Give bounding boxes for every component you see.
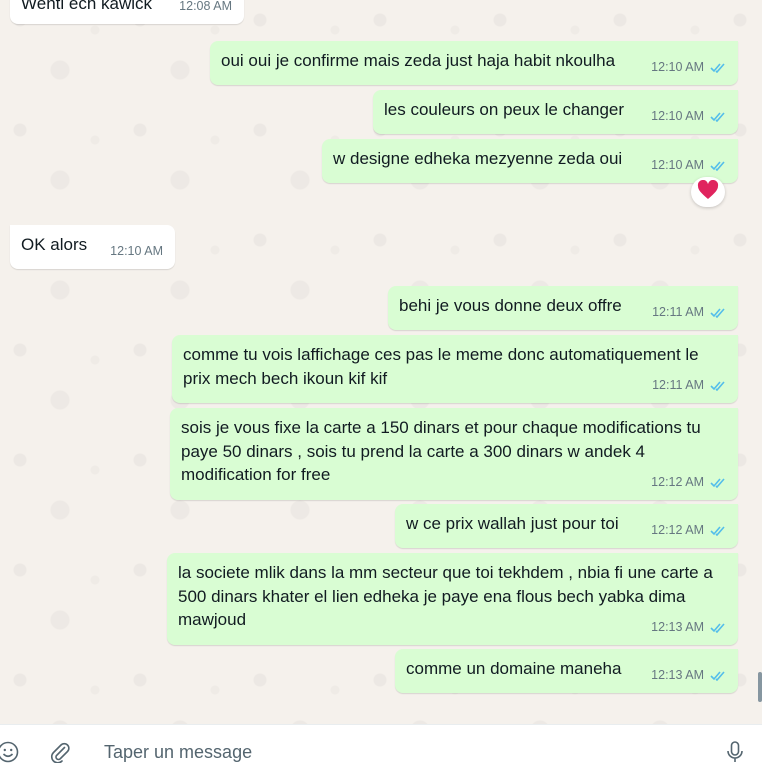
- message-bubble[interactable]: Wenti ech kawick 12:08 AM: [10, 0, 244, 24]
- message-time: 12:11 AM: [652, 304, 704, 319]
- message-bubble[interactable]: OK alors 12:10 AM: [10, 225, 175, 269]
- message-meta: 12:10 AM: [110, 240, 163, 264]
- double-check-icon: [710, 111, 726, 122]
- chat-panel: Wenti ech kawick 12:08 AM oui oui je con…: [0, 0, 762, 724]
- message-time: 12:10 AM: [651, 108, 704, 123]
- message-meta: 12:10 AM: [651, 105, 726, 129]
- message-bubble[interactable]: w designe edheka mezyenne zeda oui 12:10…: [322, 139, 738, 183]
- message-bubble[interactable]: comme un domaine maneha 12:13 AM: [395, 649, 738, 693]
- message-time: 12:11 AM: [652, 377, 704, 392]
- message-meta: 12:11 AM: [652, 301, 726, 325]
- double-check-icon: [710, 477, 726, 488]
- message-bubble[interactable]: oui oui je confirme mais zeda just haja …: [210, 41, 738, 85]
- message-time: 12:10 AM: [651, 59, 704, 74]
- double-check-icon: [710, 380, 726, 391]
- message-bubble[interactable]: w ce prix wallah just pour toi 12:12 AM: [395, 504, 738, 548]
- message-time: 12:10 AM: [651, 157, 704, 172]
- scrollbar-thumb[interactable]: [758, 672, 762, 702]
- double-check-icon: [710, 160, 726, 171]
- microphone-icon[interactable]: [721, 738, 749, 766]
- message-time: 12:13 AM: [651, 667, 704, 682]
- message-time: 12:12 AM: [651, 474, 704, 489]
- double-check-icon: [710, 525, 726, 536]
- message-text: comme tu vois laffichage ces pas le meme…: [183, 345, 699, 388]
- message-meta: 12:13 AM: [651, 616, 726, 640]
- message-bubble[interactable]: la societe mlik dans la mm secteur que t…: [167, 553, 738, 645]
- heart-emoji-icon: [697, 179, 719, 205]
- message-time: 12:08 AM: [179, 0, 232, 13]
- message-bubble[interactable]: behi je vous donne deux offre 12:11 AM: [388, 286, 738, 330]
- message-bubble[interactable]: sois je vous fixe la carte a 150 dinars …: [170, 408, 738, 500]
- message-meta: 12:08 AM: [179, 0, 232, 18]
- message-meta: 12:10 AM: [651, 56, 726, 80]
- message-time: 12:10 AM: [110, 243, 163, 258]
- double-check-icon: [710, 62, 726, 73]
- message-input[interactable]: [92, 733, 676, 771]
- message-bubble[interactable]: les couleurs on peux le changer 12:10 AM: [373, 90, 738, 134]
- double-check-icon: [710, 307, 726, 318]
- message-composer: [0, 724, 762, 778]
- double-check-icon: [710, 622, 726, 633]
- message-text: la societe mlik dans la mm secteur que t…: [178, 563, 713, 629]
- message-meta: 12:11 AM: [652, 374, 726, 398]
- message-meta: 12:13 AM: [651, 664, 726, 688]
- message-reaction[interactable]: [691, 177, 725, 207]
- double-check-icon: [710, 670, 726, 681]
- message-time: 12:13 AM: [651, 619, 704, 634]
- message-time: 12:12 AM: [651, 522, 704, 537]
- message-meta: 12:10 AM: [651, 154, 726, 178]
- message-meta: 12:12 AM: [651, 519, 726, 543]
- paperclip-icon[interactable]: [46, 738, 74, 766]
- message-bubble[interactable]: comme tu vois laffichage ces pas le meme…: [172, 335, 738, 403]
- message-text: sois je vous fixe la carte a 150 dinars …: [181, 418, 701, 484]
- emoji-icon[interactable]: [0, 738, 22, 766]
- message-meta: 12:12 AM: [651, 471, 726, 495]
